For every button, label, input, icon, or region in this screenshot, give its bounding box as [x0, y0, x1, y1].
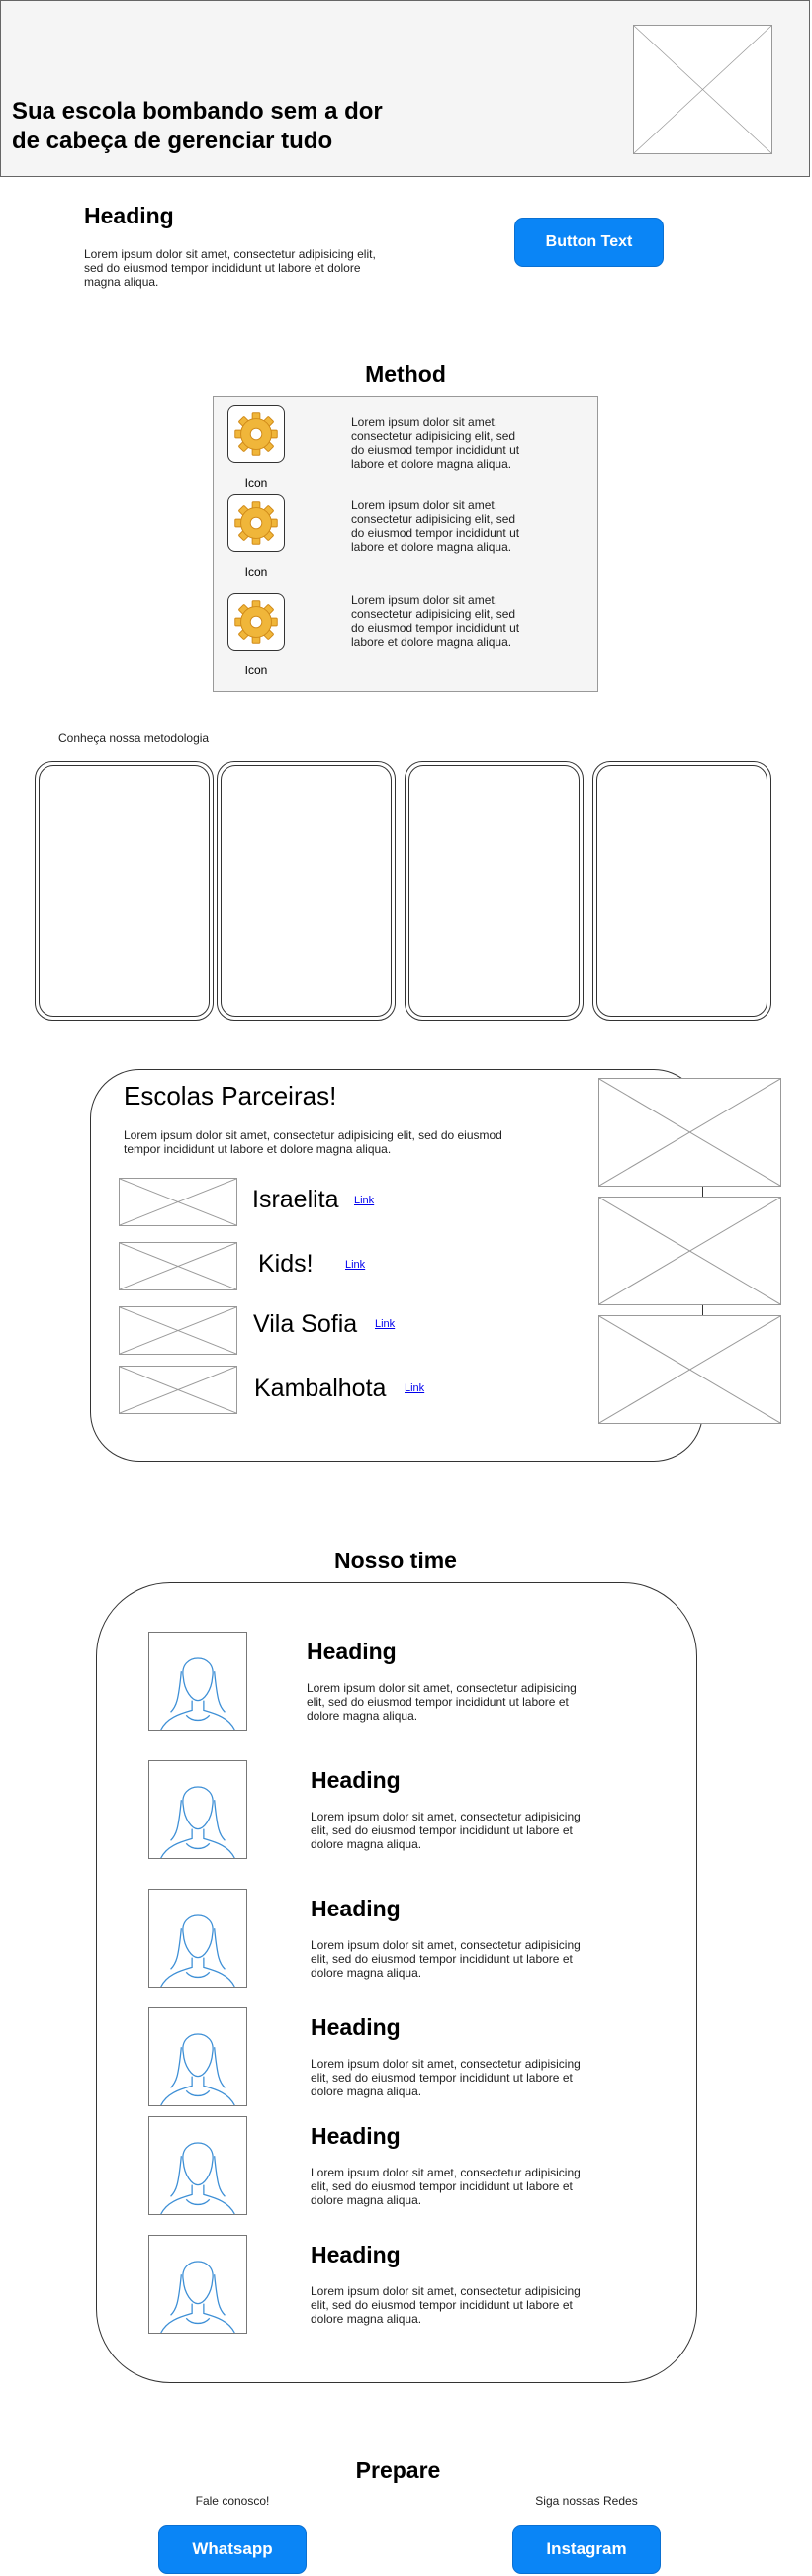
- primary-button[interactable]: Button Text: [514, 218, 664, 267]
- methodology-card[interactable]: [35, 761, 214, 1021]
- method-icon-label: Icon: [244, 565, 268, 578]
- school-logo-placeholder: [119, 1242, 237, 1290]
- contact-caption: Fale conosco!: [195, 2494, 270, 2508]
- member-heading: Heading: [311, 1896, 401, 1921]
- school-link[interactable]: Link: [405, 1382, 424, 1394]
- member-heading: Heading: [307, 1639, 397, 1664]
- social-caption: Siga nossas Redes: [535, 2494, 638, 2508]
- methodology-card[interactable]: [405, 761, 584, 1021]
- methodology-caption: Conheça nossa metodologia: [58, 731, 210, 745]
- hero-title: Sua escola bombando sem a dor de cabeça …: [12, 98, 383, 154]
- avatar-icon: [148, 2116, 247, 2215]
- hero-image-placeholder: [633, 25, 772, 154]
- method-text: Lorem ipsum dolor sit amet, consectetur …: [351, 498, 520, 554]
- instagram-button[interactable]: Instagram: [512, 2525, 661, 2574]
- member-text: Lorem ipsum dolor sit amet, consectetur …: [307, 1681, 577, 1723]
- school-link[interactable]: Link: [354, 1195, 374, 1206]
- partner-image-placeholder: [598, 1197, 781, 1305]
- gear-icon: [227, 494, 285, 552]
- method-icon-label: Icon: [244, 476, 268, 489]
- intro-text: Lorem ipsum dolor sit amet, consectetur …: [84, 247, 376, 289]
- avatar-icon: [148, 2007, 247, 2106]
- school-logo-placeholder: [119, 1178, 237, 1226]
- school-name: Kambalhota: [254, 1375, 387, 1402]
- avatar-icon: [148, 1760, 247, 1859]
- member-heading: Heading: [311, 2123, 401, 2149]
- prepare-title: Prepare: [355, 2457, 441, 2483]
- method-icon-label: Icon: [244, 664, 268, 677]
- method-title: Method: [365, 361, 446, 387]
- member-heading: Heading: [311, 1767, 401, 1793]
- method-text: Lorem ipsum dolor sit amet, consectetur …: [351, 593, 520, 649]
- member-text: Lorem ipsum dolor sit amet, consectetur …: [311, 2057, 581, 2098]
- avatar-icon: [148, 1632, 247, 1731]
- school-logo-placeholder: [119, 1366, 237, 1414]
- school-name: Kids!: [258, 1250, 314, 1278]
- school-logo-placeholder: [119, 1306, 237, 1355]
- school-link[interactable]: Link: [345, 1259, 365, 1271]
- member-text: Lorem ipsum dolor sit amet, consectetur …: [311, 2284, 581, 2326]
- school-name: Israelita: [252, 1186, 339, 1213]
- gear-icon: [227, 593, 285, 651]
- gear-icon: [227, 405, 285, 463]
- member-text: Lorem ipsum dolor sit amet, consectetur …: [311, 2166, 581, 2207]
- member-text: Lorem ipsum dolor sit amet, consectetur …: [311, 1938, 581, 1980]
- partner-image-placeholder: [598, 1315, 781, 1424]
- methodology-card[interactable]: [592, 761, 771, 1021]
- school-name: Vila Sofia: [253, 1310, 358, 1338]
- method-text: Lorem ipsum dolor sit amet, consectetur …: [351, 415, 520, 471]
- intro-heading: Heading: [84, 203, 174, 228]
- partners-title: Escolas Parceiras!: [124, 1081, 337, 1110]
- member-text: Lorem ipsum dolor sit amet, consectetur …: [311, 1810, 581, 1851]
- partner-image-placeholder: [598, 1078, 781, 1187]
- whatsapp-button[interactable]: Whatsapp: [158, 2525, 307, 2574]
- team-title: Nosso time: [334, 1548, 457, 1573]
- avatar-icon: [148, 1889, 247, 1988]
- avatar-icon: [148, 2235, 247, 2334]
- methodology-card[interactable]: [217, 761, 396, 1021]
- member-heading: Heading: [311, 2014, 401, 2040]
- member-heading: Heading: [311, 2242, 401, 2267]
- partners-text: Lorem ipsum dolor sit amet, consectetur …: [124, 1128, 502, 1156]
- school-link[interactable]: Link: [375, 1318, 395, 1330]
